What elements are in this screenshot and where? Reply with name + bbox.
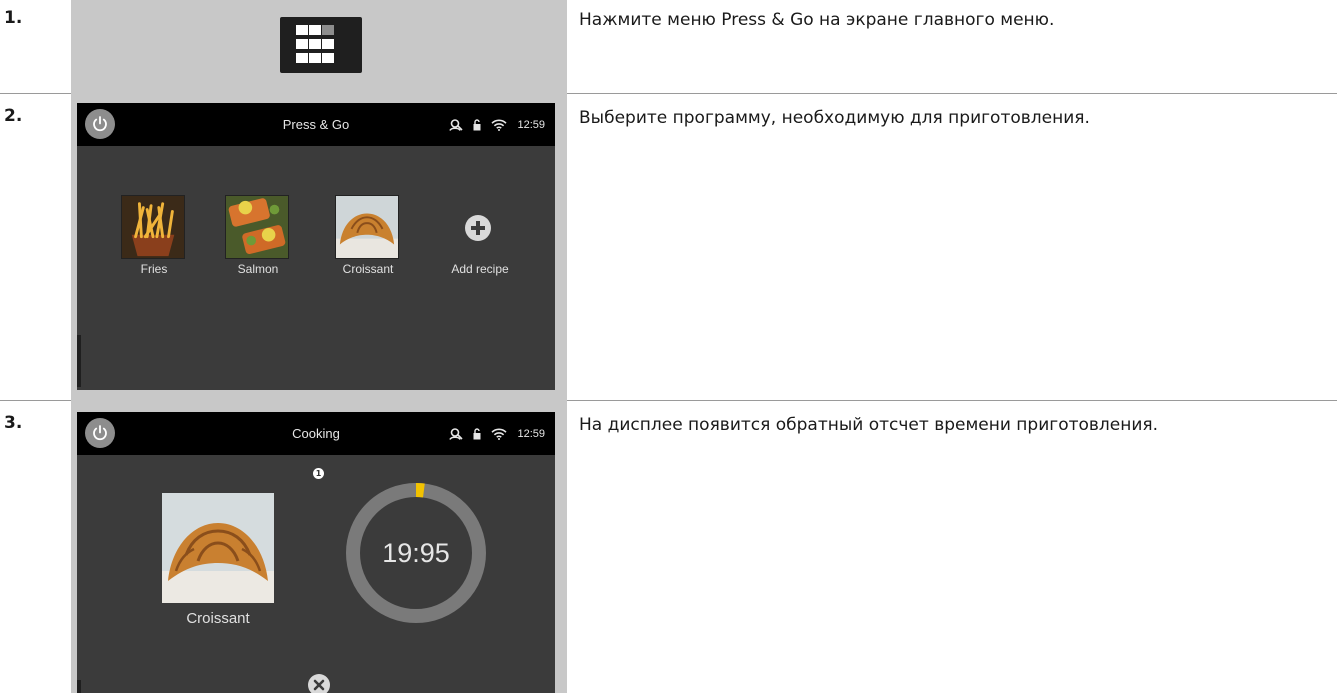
recipe-label: Salmon — [237, 262, 279, 276]
frame-mark — [77, 335, 81, 387]
wifi-icon — [491, 428, 508, 440]
salmon-image — [225, 195, 289, 259]
step-instruction: На дисплее появится обратный отсчет врем… — [579, 415, 1159, 435]
cooking-screen: Cooking 12:59 1 Croissant 19:95 — [77, 412, 555, 693]
recipe-label: Fries — [140, 262, 168, 276]
status-bar: 12:59 — [449, 117, 545, 133]
lock-icon — [473, 119, 481, 131]
fries-image — [121, 195, 185, 259]
step-number: 3. — [4, 413, 23, 433]
plus-icon — [465, 215, 491, 241]
lock-icon — [473, 428, 481, 440]
recipe-label: Add recipe — [451, 262, 509, 276]
croissant-image — [335, 195, 399, 259]
recipe-label: Croissant — [186, 610, 250, 627]
step-instruction: Выберите программу, необходимую для приг… — [579, 108, 1090, 128]
recipe-label: Croissant — [342, 262, 394, 276]
countdown-timer: 19:95 — [382, 538, 450, 568]
step-1: 1. Нажмите меню Press & Go на экране гла… — [0, 0, 1337, 93]
step-number: 1. — [4, 8, 23, 28]
screen-frame: Press & Go 12:59 Fries Salmon Croissant … — [71, 93, 567, 400]
user-icon — [449, 119, 464, 131]
wifi-icon — [491, 119, 508, 131]
press-go-screen: Press & Go 12:59 Fries Salmon Croissant … — [77, 103, 555, 390]
status-bar: 12:59 — [449, 426, 545, 442]
user-icon — [449, 428, 464, 440]
step-3: 3. Cooking 12:59 1 Croissant 19:95 На ди… — [0, 400, 1337, 693]
grid-menu-icon[interactable] — [280, 17, 362, 73]
frame-mark — [77, 680, 81, 693]
clock: 12:59 — [517, 119, 545, 131]
clock: 12:59 — [517, 428, 545, 440]
screen-frame: Cooking 12:59 1 Croissant 19:95 — [71, 400, 567, 693]
info-badge[interactable]: 1 — [313, 468, 324, 479]
step-2: 2. Press & Go 12:59 Fries Salmon Croissa… — [0, 93, 1337, 400]
menu-panel — [71, 0, 567, 93]
croissant-image — [162, 493, 274, 603]
step-instruction: Нажмите меню Press & Go на экране главно… — [579, 10, 1055, 30]
top-bar: Cooking 12:59 — [77, 412, 555, 455]
close-icon[interactable] — [308, 674, 330, 693]
top-bar: Press & Go 12:59 — [77, 103, 555, 146]
step-number: 2. — [4, 106, 23, 126]
